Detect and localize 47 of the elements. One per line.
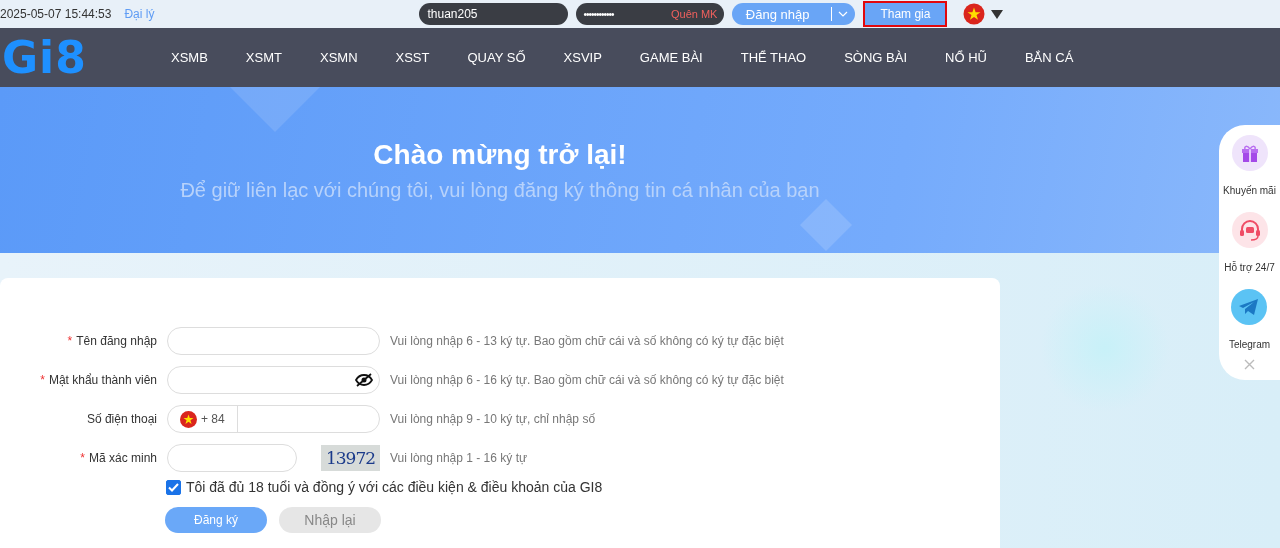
vietnam-flag-icon[interactable] xyxy=(963,3,986,25)
phone-input-field[interactable]: + 84 xyxy=(167,405,380,433)
nav-link[interactable]: XSMN xyxy=(300,50,377,65)
required-mark: * xyxy=(67,334,73,348)
nav-link[interactable]: BẮN CÁ xyxy=(1005,50,1093,65)
nav-link[interactable]: GAME BÀI xyxy=(620,50,722,65)
nav-link[interactable]: NỔ HŨ xyxy=(926,50,1006,65)
input-field[interactable] xyxy=(167,327,380,355)
nav-link[interactable]: XSMB xyxy=(152,50,227,65)
forgot-password-link[interactable]: Quên MK xyxy=(671,8,718,20)
input-field[interactable] xyxy=(167,444,297,472)
field-hint: Vui lòng nhập 9 - 10 ký tự, chỉ nhập số xyxy=(390,412,596,426)
dropdown-triangle-icon[interactable] xyxy=(991,9,1004,19)
field-label: Mã xác minh xyxy=(88,451,157,465)
hero-subtitle: Để giữ liên lạc với chúng tôi, vui lòng đăng ký thông tin cá nhân của bạn xyxy=(180,179,820,202)
field-label: Tên đăng nhập xyxy=(76,334,157,348)
hero-title: Chào mừng trở lại! xyxy=(373,139,627,171)
agreement-text: Tôi đã đủ 18 tuổi và đồng ý với các điều kiện & điều khoản của GI8 xyxy=(186,479,603,495)
side-panel-label[interactable]: Hỗ trợ 24/7 xyxy=(1224,262,1275,273)
username-field[interactable]: thuan205 xyxy=(419,3,569,25)
nav-link[interactable]: SÒNG BÀI xyxy=(825,50,927,65)
gift-icon[interactable] xyxy=(1231,135,1268,171)
checkbox[interactable] xyxy=(166,479,181,495)
captcha-image[interactable]: 13972 xyxy=(321,445,380,471)
side-panel-label[interactable]: Khuyến mãi xyxy=(1223,185,1276,196)
chevron-down-icon xyxy=(838,11,849,17)
required-mark: * xyxy=(80,451,85,465)
side-panel-label[interactable]: Telegram xyxy=(1228,339,1271,350)
nav-link[interactable]: XSVIP xyxy=(544,50,621,65)
field-hint: Vui lòng nhập 1 - 16 ký tự xyxy=(390,451,527,465)
nav-link[interactable]: XSST xyxy=(376,50,449,65)
nav-link[interactable]: THỂ THAO xyxy=(721,50,826,65)
date-time: 2025-05-07 15:44:53 xyxy=(0,7,112,21)
field-hint: Vui lòng nhập 6 - 16 ký tự. Bao gồm chữ cái và số không có ký tự đặc biệt xyxy=(390,373,784,387)
eye-slash-icon[interactable] xyxy=(355,373,373,387)
country-code[interactable]: + 84 xyxy=(201,412,225,426)
password-input-field[interactable] xyxy=(167,366,380,394)
paper-plane-icon[interactable] xyxy=(1231,289,1268,325)
field-hint: Vui lòng nhập 6 - 13 ký tự. Bao gồm chữ cái và số không có ký tự đặc biệt xyxy=(390,334,784,348)
nav-link[interactable]: QUAY SỐ xyxy=(448,50,545,65)
password-field[interactable]: •••••••••••• Quên MK xyxy=(576,3,725,25)
field-label: Mật khẩu thành viên xyxy=(48,373,157,387)
field-label: Số điện thoại xyxy=(86,412,157,426)
vietnam-flag-icon xyxy=(180,410,197,428)
headset-icon[interactable] xyxy=(1231,212,1268,248)
nav-link[interactable]: XSMT xyxy=(226,50,301,65)
required-mark: * xyxy=(40,373,45,387)
